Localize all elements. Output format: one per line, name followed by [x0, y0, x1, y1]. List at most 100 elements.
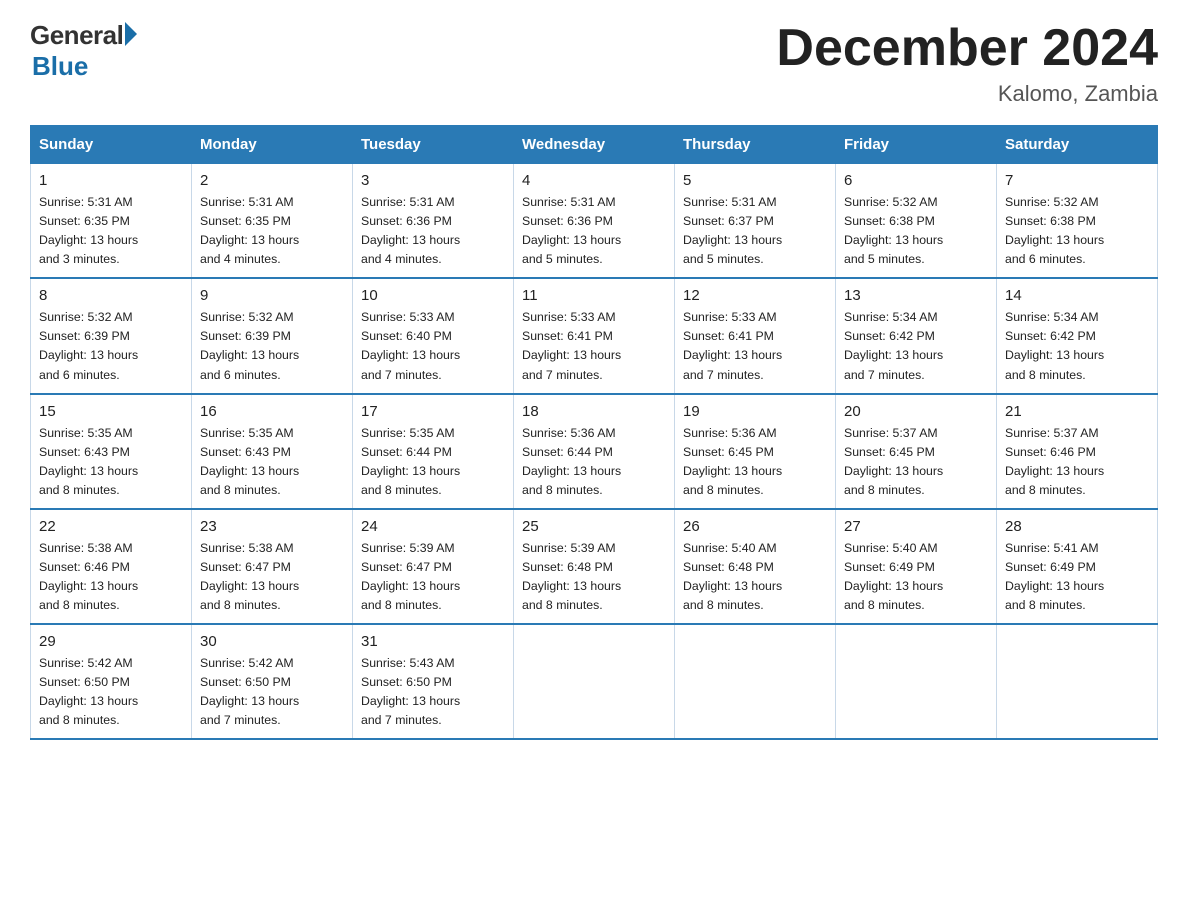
day-number: 22	[39, 518, 183, 535]
day-info: Sunrise: 5:40 AM Sunset: 6:48 PM Dayligh…	[683, 539, 827, 615]
day-number: 14	[1005, 287, 1149, 304]
calendar-day-cell: 5 Sunrise: 5:31 AM Sunset: 6:37 PM Dayli…	[675, 164, 836, 279]
calendar-week-row: 1 Sunrise: 5:31 AM Sunset: 6:35 PM Dayli…	[31, 164, 1158, 279]
col-saturday: Saturday	[997, 126, 1158, 164]
logo-arrow-icon	[125, 22, 137, 46]
col-sunday: Sunday	[31, 126, 192, 164]
calendar-day-cell	[836, 624, 997, 739]
day-number: 16	[200, 403, 344, 420]
calendar-day-cell	[514, 624, 675, 739]
day-number: 3	[361, 172, 505, 189]
calendar-day-cell: 28 Sunrise: 5:41 AM Sunset: 6:49 PM Dayl…	[997, 509, 1158, 624]
calendar-day-cell: 16 Sunrise: 5:35 AM Sunset: 6:43 PM Dayl…	[192, 394, 353, 509]
day-number: 24	[361, 518, 505, 535]
day-number: 2	[200, 172, 344, 189]
logo-text-general: General	[30, 20, 123, 51]
day-info: Sunrise: 5:31 AM Sunset: 6:36 PM Dayligh…	[361, 193, 505, 269]
calendar-week-row: 22 Sunrise: 5:38 AM Sunset: 6:46 PM Dayl…	[31, 509, 1158, 624]
calendar-day-cell: 8 Sunrise: 5:32 AM Sunset: 6:39 PM Dayli…	[31, 278, 192, 393]
calendar-table: Sunday Monday Tuesday Wednesday Thursday…	[30, 125, 1158, 740]
calendar-day-cell: 14 Sunrise: 5:34 AM Sunset: 6:42 PM Dayl…	[997, 278, 1158, 393]
location: Kalomo, Zambia	[776, 81, 1158, 107]
calendar-day-cell: 24 Sunrise: 5:39 AM Sunset: 6:47 PM Dayl…	[353, 509, 514, 624]
day-number: 4	[522, 172, 666, 189]
calendar-day-cell: 20 Sunrise: 5:37 AM Sunset: 6:45 PM Dayl…	[836, 394, 997, 509]
day-info: Sunrise: 5:31 AM Sunset: 6:35 PM Dayligh…	[39, 193, 183, 269]
day-info: Sunrise: 5:41 AM Sunset: 6:49 PM Dayligh…	[1005, 539, 1149, 615]
day-info: Sunrise: 5:35 AM Sunset: 6:44 PM Dayligh…	[361, 424, 505, 500]
page-header: General Blue December 2024 Kalomo, Zambi…	[30, 20, 1158, 107]
day-info: Sunrise: 5:34 AM Sunset: 6:42 PM Dayligh…	[844, 308, 988, 384]
calendar-day-cell: 15 Sunrise: 5:35 AM Sunset: 6:43 PM Dayl…	[31, 394, 192, 509]
calendar-day-cell: 12 Sunrise: 5:33 AM Sunset: 6:41 PM Dayl…	[675, 278, 836, 393]
day-info: Sunrise: 5:32 AM Sunset: 6:39 PM Dayligh…	[200, 308, 344, 384]
calendar-day-cell: 27 Sunrise: 5:40 AM Sunset: 6:49 PM Dayl…	[836, 509, 997, 624]
day-info: Sunrise: 5:32 AM Sunset: 6:38 PM Dayligh…	[844, 193, 988, 269]
day-number: 19	[683, 403, 827, 420]
calendar-day-cell: 19 Sunrise: 5:36 AM Sunset: 6:45 PM Dayl…	[675, 394, 836, 509]
calendar-day-cell: 18 Sunrise: 5:36 AM Sunset: 6:44 PM Dayl…	[514, 394, 675, 509]
calendar-day-cell: 31 Sunrise: 5:43 AM Sunset: 6:50 PM Dayl…	[353, 624, 514, 739]
col-monday: Monday	[192, 126, 353, 164]
col-tuesday: Tuesday	[353, 126, 514, 164]
day-info: Sunrise: 5:31 AM Sunset: 6:36 PM Dayligh…	[522, 193, 666, 269]
calendar-day-cell: 6 Sunrise: 5:32 AM Sunset: 6:38 PM Dayli…	[836, 164, 997, 279]
calendar-day-cell: 25 Sunrise: 5:39 AM Sunset: 6:48 PM Dayl…	[514, 509, 675, 624]
day-info: Sunrise: 5:31 AM Sunset: 6:37 PM Dayligh…	[683, 193, 827, 269]
calendar-day-cell: 7 Sunrise: 5:32 AM Sunset: 6:38 PM Dayli…	[997, 164, 1158, 279]
day-info: Sunrise: 5:34 AM Sunset: 6:42 PM Dayligh…	[1005, 308, 1149, 384]
day-number: 20	[844, 403, 988, 420]
day-info: Sunrise: 5:36 AM Sunset: 6:45 PM Dayligh…	[683, 424, 827, 500]
calendar-day-cell: 17 Sunrise: 5:35 AM Sunset: 6:44 PM Dayl…	[353, 394, 514, 509]
col-thursday: Thursday	[675, 126, 836, 164]
col-friday: Friday	[836, 126, 997, 164]
day-number: 5	[683, 172, 827, 189]
calendar-day-cell: 3 Sunrise: 5:31 AM Sunset: 6:36 PM Dayli…	[353, 164, 514, 279]
calendar-day-cell	[675, 624, 836, 739]
calendar-day-cell	[997, 624, 1158, 739]
calendar-day-cell: 22 Sunrise: 5:38 AM Sunset: 6:46 PM Dayl…	[31, 509, 192, 624]
day-info: Sunrise: 5:37 AM Sunset: 6:45 PM Dayligh…	[844, 424, 988, 500]
day-number: 27	[844, 518, 988, 535]
day-number: 25	[522, 518, 666, 535]
day-info: Sunrise: 5:33 AM Sunset: 6:41 PM Dayligh…	[683, 308, 827, 384]
day-number: 9	[200, 287, 344, 304]
day-number: 10	[361, 287, 505, 304]
calendar-day-cell: 4 Sunrise: 5:31 AM Sunset: 6:36 PM Dayli…	[514, 164, 675, 279]
calendar-day-cell: 30 Sunrise: 5:42 AM Sunset: 6:50 PM Dayl…	[192, 624, 353, 739]
day-number: 6	[844, 172, 988, 189]
day-info: Sunrise: 5:31 AM Sunset: 6:35 PM Dayligh…	[200, 193, 344, 269]
calendar-week-row: 8 Sunrise: 5:32 AM Sunset: 6:39 PM Dayli…	[31, 278, 1158, 393]
day-number: 15	[39, 403, 183, 420]
day-info: Sunrise: 5:37 AM Sunset: 6:46 PM Dayligh…	[1005, 424, 1149, 500]
day-number: 11	[522, 287, 666, 304]
day-info: Sunrise: 5:39 AM Sunset: 6:47 PM Dayligh…	[361, 539, 505, 615]
calendar-day-cell: 23 Sunrise: 5:38 AM Sunset: 6:47 PM Dayl…	[192, 509, 353, 624]
calendar-week-row: 29 Sunrise: 5:42 AM Sunset: 6:50 PM Dayl…	[31, 624, 1158, 739]
day-info: Sunrise: 5:39 AM Sunset: 6:48 PM Dayligh…	[522, 539, 666, 615]
day-number: 26	[683, 518, 827, 535]
day-info: Sunrise: 5:42 AM Sunset: 6:50 PM Dayligh…	[39, 654, 183, 730]
logo: General Blue	[30, 20, 137, 82]
day-info: Sunrise: 5:42 AM Sunset: 6:50 PM Dayligh…	[200, 654, 344, 730]
calendar-day-cell: 29 Sunrise: 5:42 AM Sunset: 6:50 PM Dayl…	[31, 624, 192, 739]
calendar-day-cell: 21 Sunrise: 5:37 AM Sunset: 6:46 PM Dayl…	[997, 394, 1158, 509]
col-wednesday: Wednesday	[514, 126, 675, 164]
logo-text-blue: Blue	[32, 51, 137, 82]
day-info: Sunrise: 5:32 AM Sunset: 6:38 PM Dayligh…	[1005, 193, 1149, 269]
day-info: Sunrise: 5:38 AM Sunset: 6:46 PM Dayligh…	[39, 539, 183, 615]
calendar-day-cell: 11 Sunrise: 5:33 AM Sunset: 6:41 PM Dayl…	[514, 278, 675, 393]
day-number: 31	[361, 633, 505, 650]
day-number: 8	[39, 287, 183, 304]
calendar-day-cell: 2 Sunrise: 5:31 AM Sunset: 6:35 PM Dayli…	[192, 164, 353, 279]
day-info: Sunrise: 5:33 AM Sunset: 6:41 PM Dayligh…	[522, 308, 666, 384]
header-row: Sunday Monday Tuesday Wednesday Thursday…	[31, 126, 1158, 164]
day-info: Sunrise: 5:43 AM Sunset: 6:50 PM Dayligh…	[361, 654, 505, 730]
day-number: 1	[39, 172, 183, 189]
day-info: Sunrise: 5:40 AM Sunset: 6:49 PM Dayligh…	[844, 539, 988, 615]
calendar-day-cell: 13 Sunrise: 5:34 AM Sunset: 6:42 PM Dayl…	[836, 278, 997, 393]
day-number: 29	[39, 633, 183, 650]
day-number: 17	[361, 403, 505, 420]
calendar-day-cell: 1 Sunrise: 5:31 AM Sunset: 6:35 PM Dayli…	[31, 164, 192, 279]
day-info: Sunrise: 5:35 AM Sunset: 6:43 PM Dayligh…	[200, 424, 344, 500]
